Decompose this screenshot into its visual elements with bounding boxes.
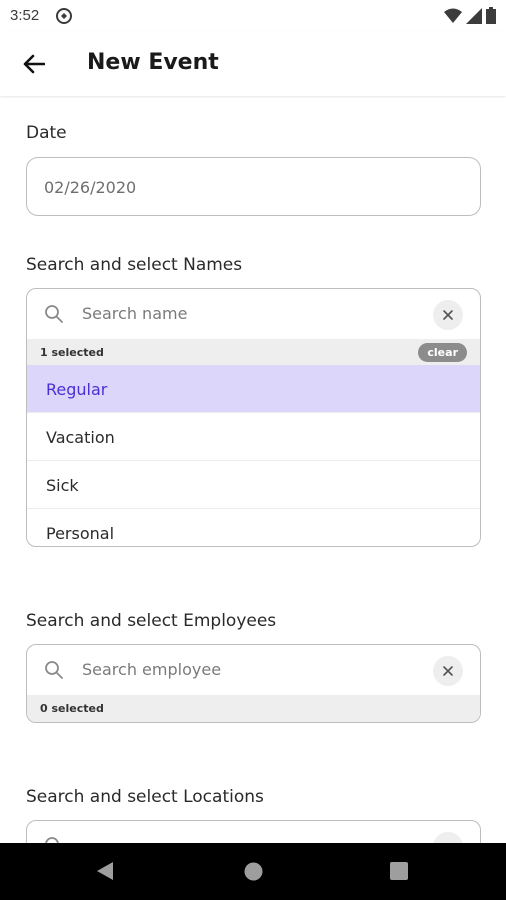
status-time: 3:52 — [10, 7, 40, 24]
names-option-personal[interactable]: Personal — [27, 509, 480, 546]
option-label: Regular — [46, 380, 108, 399]
employees-count-row: 0 selected — [27, 695, 480, 722]
option-label: Personal — [46, 524, 115, 543]
page-title: New Event — [87, 50, 219, 75]
date-value: 02/26/2020 — [44, 178, 137, 197]
names-search-input[interactable]: Search name — [82, 304, 187, 323]
names-clear-selection-button[interactable]: clear — [418, 343, 467, 362]
notification-app-icon — [56, 8, 72, 24]
names-select: Search name 1 selected clear Regular Vac… — [26, 288, 481, 547]
locations-label: Search and select Locations — [26, 787, 264, 807]
option-label: Sick — [46, 476, 79, 495]
status-bar: 3:52 — [0, 0, 506, 32]
employees-label: Search and select Employees — [26, 611, 277, 631]
close-icon — [443, 310, 453, 320]
employees-selected-count: 0 selected — [40, 702, 104, 715]
employees-search-row[interactable]: Search employee — [27, 645, 480, 695]
search-icon — [45, 305, 63, 323]
nav-recents-icon[interactable] — [390, 862, 408, 880]
close-icon — [443, 666, 453, 676]
names-label: Search and select Names — [26, 255, 243, 275]
search-icon — [45, 661, 63, 679]
battery-icon — [486, 7, 496, 24]
arrow-back-icon — [23, 54, 45, 74]
names-option-vacation[interactable]: Vacation — [27, 413, 480, 461]
names-option-sick[interactable]: Sick — [27, 461, 480, 509]
cellular-signal-icon — [466, 7, 482, 24]
names-count-row: 1 selected clear — [27, 339, 480, 365]
wifi-icon — [444, 8, 462, 23]
option-label: Vacation — [46, 428, 115, 447]
employees-select: Search employee 0 selected — [26, 644, 481, 723]
names-selected-count: 1 selected — [40, 346, 104, 359]
employees-search-input[interactable]: Search employee — [82, 660, 221, 679]
names-clear-search-button[interactable] — [433, 300, 463, 330]
system-nav-bar — [0, 843, 506, 900]
nav-back-icon[interactable] — [96, 861, 114, 881]
back-button[interactable] — [18, 48, 50, 80]
app-bar: New Event — [0, 32, 506, 96]
nav-home-icon[interactable] — [244, 862, 263, 881]
names-search-row[interactable]: Search name — [27, 289, 480, 339]
names-option-regular[interactable]: Regular — [27, 365, 480, 413]
date-label: Date — [26, 123, 67, 143]
employees-clear-search-button[interactable] — [433, 656, 463, 686]
date-field[interactable]: 02/26/2020 — [26, 157, 481, 216]
